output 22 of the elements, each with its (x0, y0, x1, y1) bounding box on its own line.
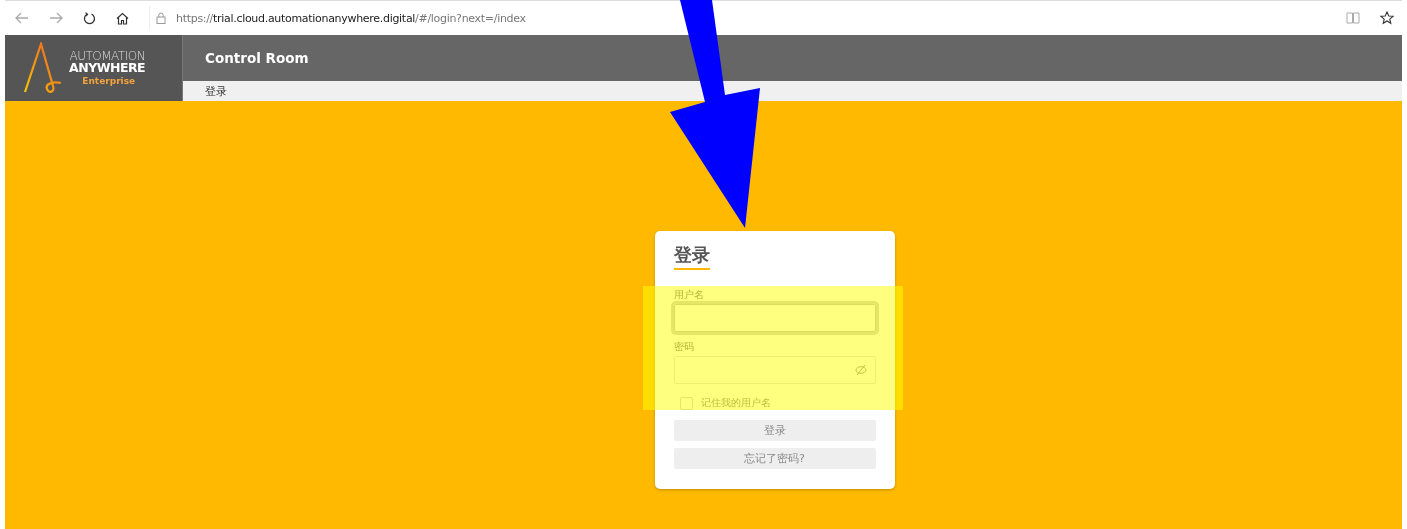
refresh-icon[interactable] (83, 11, 96, 25)
url-text: https://trial.cloud.automationanywhere.digital/#/login?next=/index (176, 11, 526, 25)
reading-view-icon[interactable] (1346, 12, 1360, 24)
card-title: 登录 (673, 243, 710, 270)
logo-a-icon (23, 42, 63, 94)
lock-icon (156, 12, 166, 24)
hidden-eye-icon[interactable] (854, 364, 867, 376)
logo-text: ANYWHERE (69, 61, 146, 75)
field-label: 用户名 (673, 288, 704, 302)
star-icon[interactable] (1380, 11, 1394, 25)
password-field[interactable] (673, 356, 876, 384)
forward-icon[interactable] (49, 12, 63, 24)
remember-checkbox[interactable] (679, 396, 693, 410)
logo-text: AUTOMATION (69, 49, 146, 62)
remember-label: 记住我的用户名 (700, 396, 771, 410)
home-icon[interactable] (116, 11, 129, 25)
back-icon[interactable] (15, 12, 29, 24)
logo-edition: Enterprise (82, 77, 136, 87)
username-field[interactable] (673, 304, 876, 332)
field-label: 密码 (673, 340, 694, 354)
breadcrumb-text: 登录 (205, 83, 227, 99)
app-title: Control Room (205, 50, 309, 66)
